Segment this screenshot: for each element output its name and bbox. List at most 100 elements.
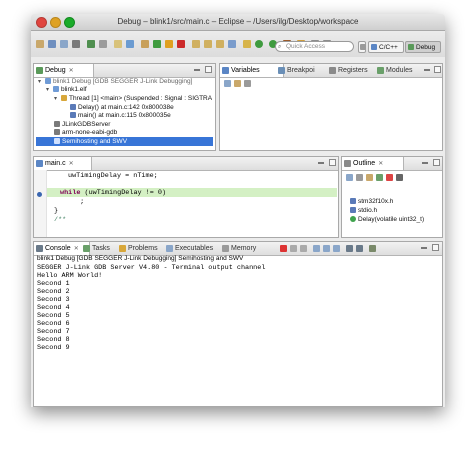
perspective-cpp-button[interactable]: C/C++ [368,41,404,53]
step-return-icon[interactable] [216,40,224,48]
minimize-icon[interactable] [424,69,430,71]
tab-executables[interactable]: Executables [164,242,213,255]
remove-launch-icon[interactable] [290,245,297,252]
link-editor-icon[interactable] [396,174,403,181]
close-icon[interactable]: ✕ [69,161,74,167]
console-line: Second 5 [37,312,70,320]
tab-problems[interactable]: Problems [117,242,158,255]
minimize-icon[interactable] [421,247,427,249]
open-perspective-button[interactable] [358,41,366,53]
pin-console-icon[interactable] [346,245,353,252]
console-tabbar: Console ✕ Tasks Problems Executables Memo… [34,242,442,256]
build-icon[interactable] [87,40,95,48]
maximize-icon[interactable] [205,66,212,73]
close-icon[interactable]: ✕ [74,246,79,252]
outline-item-stdio[interactable]: stdio.h [350,206,377,215]
perspective-debug-button[interactable]: Debug [405,41,441,53]
remove-all-icon[interactable] [300,245,307,252]
hide-macros-icon[interactable] [386,174,393,181]
clean-icon[interactable] [99,40,107,48]
tab-modules[interactable]: Modules [375,64,412,77]
instruction-step-icon[interactable] [228,40,236,48]
view-menu-icon[interactable] [244,80,251,87]
console-line: Second 3 [37,296,70,304]
code-line-1[interactable]: uwTimingDelay = nTime; [68,172,158,180]
tree-item-frame-main[interactable]: main() at main.c:115 0x800035e [70,111,171,120]
suspend-icon[interactable] [165,40,173,48]
display-console-icon[interactable] [356,245,363,252]
memory-icon [222,245,229,252]
maximize-icon[interactable] [329,159,336,166]
hide-fields-icon[interactable] [356,174,363,181]
tree-item-elf[interactable]: ▾ blink1.elf [46,85,87,94]
close-icon[interactable]: ✕ [378,161,383,167]
save-icon[interactable] [48,40,56,48]
scroll-lock-icon[interactable] [323,245,330,252]
collapse-all-icon[interactable] [224,80,231,87]
stack-frame-icon [70,104,76,110]
while-condition: (uwTimingDelay != 0) [84,189,167,197]
tree-item-thread[interactable]: ▾ Thread [1] <main> (Suspended : Signal :… [54,94,212,103]
maximize-icon[interactable] [433,159,440,166]
quick-access-field[interactable]: ⌕ Quick Access [275,41,354,52]
tab-memory[interactable]: Memory [220,242,256,255]
keyword-while: while [60,189,81,197]
problems-icon [119,245,126,252]
debug-view: Debug ✕ ▾ blink1 Debug [GDB SEGGER J-Link … [33,63,216,151]
close-icon[interactable]: ✕ [69,68,74,74]
open-type-icon[interactable] [141,40,149,48]
minimize-icon[interactable] [318,162,324,164]
show-type-icon[interactable] [234,80,241,87]
breakpoint-marker-icon[interactable] [37,192,42,197]
step-over-icon[interactable] [204,40,212,48]
tree-item-semihosting[interactable]: Semihosting and SWV [36,137,213,146]
debug-icon[interactable] [255,40,263,48]
save-all-icon[interactable] [60,40,68,48]
tasks-icon [83,245,90,252]
tab-debug-label: Debug [45,67,66,74]
new-icon[interactable] [36,40,44,48]
new-class-icon[interactable] [126,40,134,48]
terminate-icon[interactable] [280,245,287,252]
clear-console-icon[interactable] [313,245,320,252]
search-icon: ⌕ [278,44,282,50]
code-line-5[interactable]: } [54,207,58,215]
step-into-icon[interactable] [192,40,200,48]
sort-icon[interactable] [346,174,353,181]
code-line-4[interactable]: ; [72,198,84,206]
minimize-icon[interactable] [422,162,428,164]
tree-item-gdb[interactable]: arm-none-eabi-gdb [54,128,117,137]
tab-outline[interactable]: Outline ✕ [342,157,404,170]
new-folder-icon[interactable] [114,40,122,48]
tab-registers[interactable]: Registers [327,64,368,77]
perspective-debug-label: Debug [416,44,436,51]
tab-breakpoints[interactable]: Breakpoi [276,64,315,77]
resume-icon[interactable] [153,40,161,48]
include-icon [350,207,356,213]
code-line-3[interactable]: while (uwTimingDelay != 0) [60,189,166,197]
console-line: Second 2 [37,288,70,296]
tab-debug[interactable]: Debug ✕ [34,64,94,77]
tab-tasks[interactable]: Tasks [81,242,110,255]
tab-main-c[interactable]: main.c ✕ [34,157,92,170]
process-icon [53,86,59,92]
debug-view-tabbar: Debug ✕ [34,64,215,78]
process-icon [54,121,60,127]
word-wrap-icon[interactable] [333,245,340,252]
outline-item-stm32[interactable]: stm32f10x.h [350,197,393,206]
hide-static-icon[interactable] [366,174,373,181]
console-line: Second 1 [37,280,70,288]
outline-item-delay[interactable]: Delay(volatile uint32_t) [350,215,424,224]
print-icon[interactable] [72,40,80,48]
open-console-icon[interactable] [369,245,376,252]
hide-nonpublic-icon[interactable] [376,174,383,181]
minimize-icon[interactable] [194,69,200,71]
eclipse-window: Debug – blink1/src/main.c – Eclipse – /U… [31,14,445,407]
code-line-6[interactable]: /** [54,216,66,224]
maximize-icon[interactable] [432,244,439,251]
process-icon [54,129,60,135]
tab-variables[interactable]: Variables [220,64,284,77]
search-icon[interactable] [243,40,251,48]
maximize-icon[interactable] [434,66,441,73]
terminate-icon[interactable] [177,40,185,48]
